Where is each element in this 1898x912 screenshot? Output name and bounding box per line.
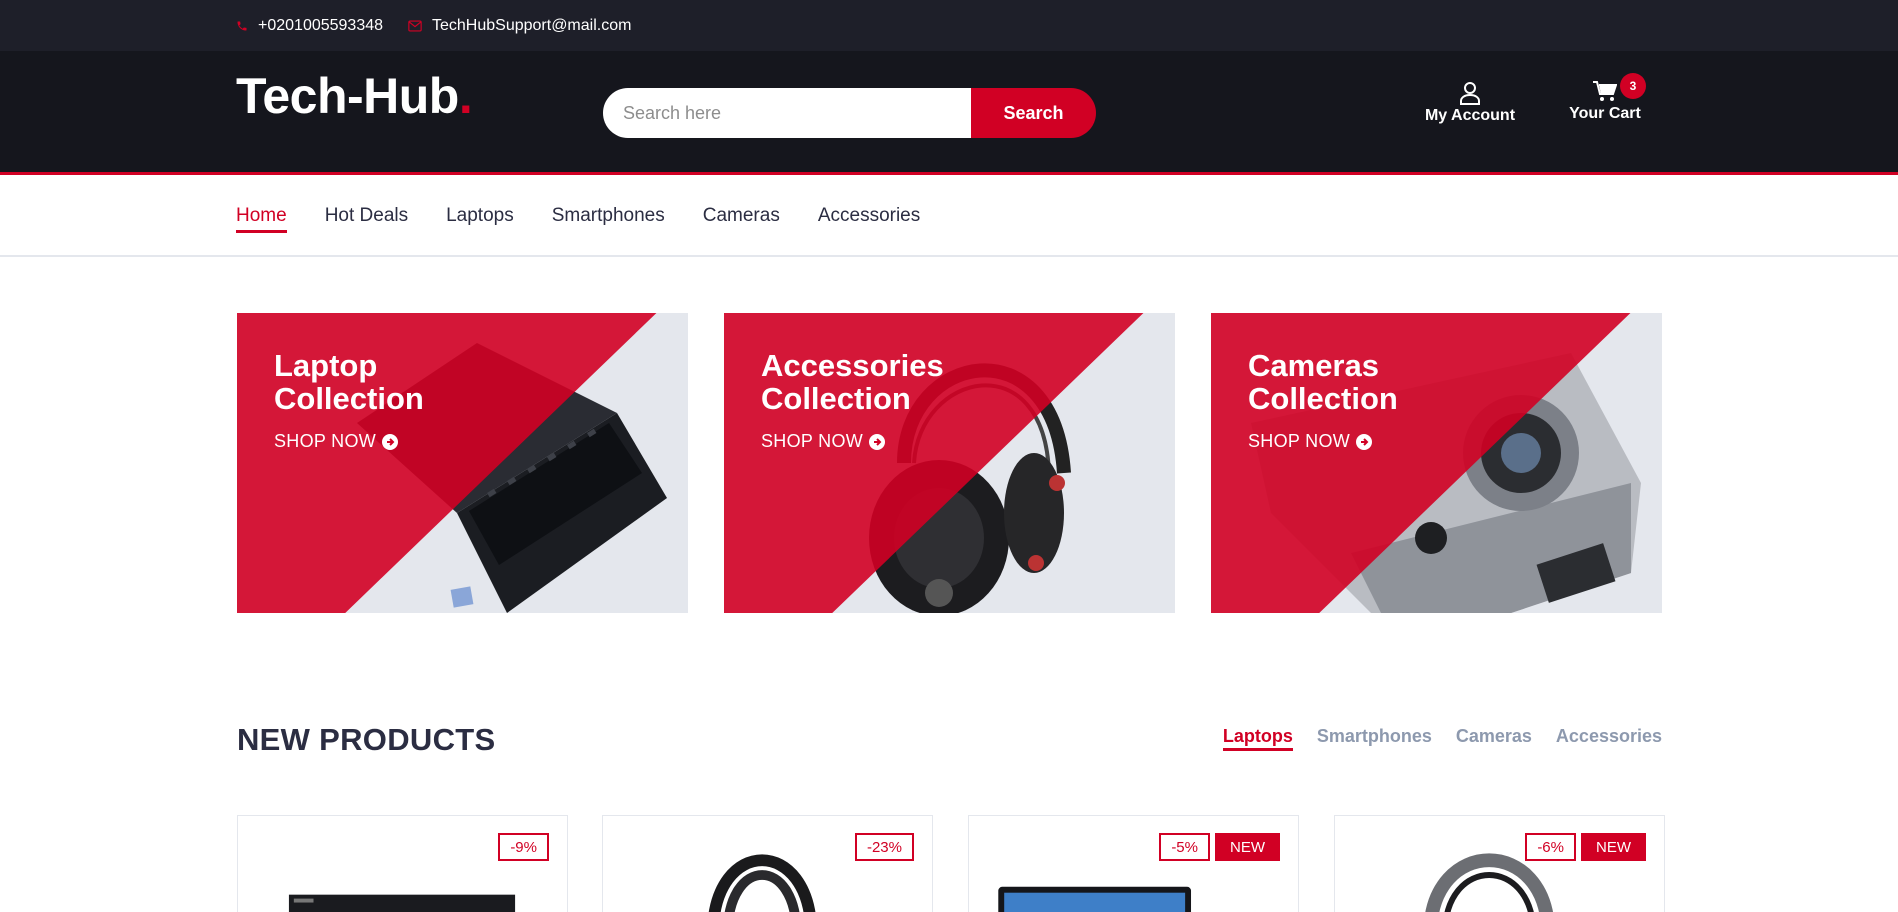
product-badges: -5% NEW: [1159, 833, 1280, 861]
arrow-circle-right-icon: [1356, 433, 1373, 450]
envelope-icon: [408, 20, 422, 32]
sale-badge: -5%: [1159, 833, 1210, 861]
nav-item-hot-deals[interactable]: Hot Deals: [325, 205, 408, 233]
sale-badge: -9%: [498, 833, 549, 861]
user-icon: [1460, 82, 1480, 105]
nav-item-smartphones[interactable]: Smartphones: [552, 205, 665, 233]
logo-dot: .: [458, 68, 473, 124]
new-badge: NEW: [1581, 833, 1646, 861]
collection-accessories[interactable]: Accessories Collection SHOP NOW: [724, 313, 1175, 613]
product-badges: -6% NEW: [1525, 833, 1646, 861]
collection-laptop[interactable]: Laptop Collection SHOP NOW: [237, 313, 688, 613]
laptop-thumbnail: [288, 894, 516, 912]
top-contact-bar: +0201005593348 TechHubSupport@mail.com: [0, 0, 1898, 51]
product-card[interactable]: -5% NEW: [968, 815, 1299, 912]
shop-now-link[interactable]: SHOP NOW: [1248, 431, 1373, 452]
product-card[interactable]: -23%: [602, 815, 933, 912]
site-logo[interactable]: Tech-Hub.: [236, 67, 473, 125]
your-cart-link[interactable]: Your Cart 3: [1560, 73, 1650, 123]
email-address: TechHubSupport@mail.com: [432, 17, 632, 34]
collection-cameras[interactable]: Cameras Collection SHOP NOW: [1211, 313, 1662, 613]
nav-item-laptops[interactable]: Laptops: [446, 205, 514, 233]
email-contact[interactable]: TechHubSupport@mail.com: [408, 16, 631, 36]
shop-now-link[interactable]: SHOP NOW: [274, 431, 399, 452]
collection-title: Cameras Collection: [1248, 348, 1398, 416]
product-card[interactable]: -6% NEW: [1334, 815, 1665, 912]
my-account-link[interactable]: My Account: [1420, 81, 1520, 125]
cart-icon: [1593, 81, 1617, 101]
tablet-thumbnail: [998, 886, 1192, 912]
nav-item-accessories[interactable]: Accessories: [818, 205, 920, 233]
phone-contact[interactable]: +0201005593348: [236, 16, 383, 36]
tab-accessories[interactable]: Accessories: [1556, 726, 1662, 751]
collection-title: Laptop Collection: [274, 348, 424, 416]
arrow-circle-right-icon: [382, 433, 399, 450]
product-card[interactable]: -9%: [237, 815, 568, 912]
nav-item-home[interactable]: Home: [236, 205, 287, 233]
search-input[interactable]: [603, 88, 973, 138]
tab-smartphones[interactable]: Smartphones: [1317, 726, 1432, 751]
my-account-label: My Account: [1424, 107, 1516, 124]
new-badge: NEW: [1215, 833, 1280, 861]
headphones-thumbnail: [708, 854, 816, 912]
main-navigation: Home Hot Deals Laptops Smartphones Cameras Ac…: [0, 178, 1898, 257]
arrow-circle-right-icon: [869, 433, 886, 450]
tab-laptops[interactable]: Laptops: [1222, 726, 1293, 751]
product-badges: -23%: [854, 833, 914, 861]
new-products-heading: NEW PRODUCTS: [237, 722, 496, 757]
search-button[interactable]: Search: [971, 88, 1096, 138]
shop-now-link[interactable]: SHOP NOW: [761, 431, 886, 452]
new-products-tabs: Laptops Smartphones Cameras Accessories: [1199, 726, 1662, 751]
phone-number: +0201005593348: [258, 17, 384, 34]
sale-badge: -6%: [1525, 833, 1576, 861]
main-header: Tech-Hub. Search My Account Your Cart 3: [0, 51, 1898, 175]
phone-icon: [237, 21, 247, 31]
logo-text: Tech-Hub: [236, 68, 459, 124]
collection-title: Accessories Collection: [761, 348, 944, 416]
cart-count-badge: 3: [1620, 73, 1646, 99]
headphones-thumbnail: [1425, 853, 1553, 912]
tab-cameras[interactable]: Cameras: [1456, 726, 1532, 751]
your-cart-label: Your Cart: [1569, 105, 1641, 122]
search-form: Search: [603, 88, 1096, 138]
nav-item-cameras[interactable]: Cameras: [703, 205, 780, 233]
sale-badge: -23%: [854, 833, 914, 861]
product-badges: -9%: [498, 833, 549, 861]
